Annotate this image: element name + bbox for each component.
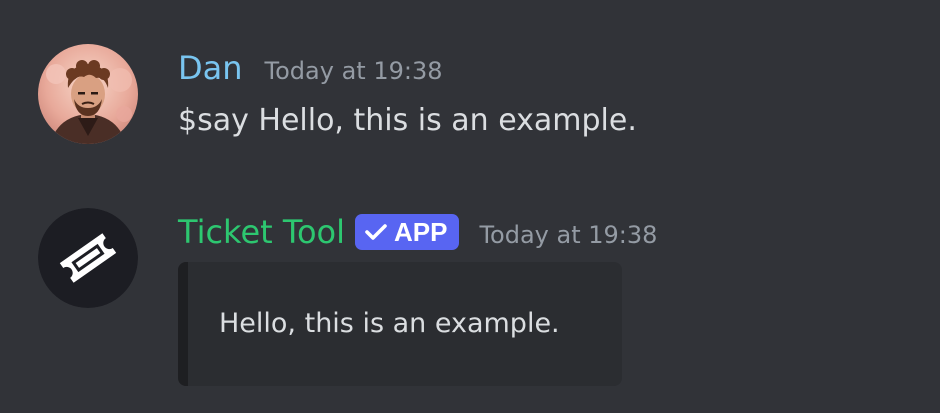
message-header: Dan Today at 19:38 xyxy=(178,46,442,90)
avatar[interactable] xyxy=(38,208,138,308)
message-content: $say Hello, this is an example. xyxy=(178,103,637,138)
check-icon xyxy=(365,217,387,248)
timestamp[interactable]: Today at 19:38 xyxy=(479,221,657,249)
badge-label: APP xyxy=(394,216,448,247)
embed-accent-bar xyxy=(178,262,188,386)
message-embed: Hello, this is an example. xyxy=(178,262,622,386)
avatar[interactable] xyxy=(38,44,138,144)
embed-description: Hello, this is an example. xyxy=(219,308,560,339)
app-badge: APP xyxy=(355,214,460,250)
chat-messages: Dan Today at 19:38 $say Hello, this is a… xyxy=(0,0,940,413)
username[interactable]: Ticket Tool xyxy=(178,210,345,254)
ticket-icon xyxy=(38,208,138,308)
username[interactable]: Dan xyxy=(178,46,243,90)
timestamp[interactable]: Today at 19:38 xyxy=(265,57,443,85)
user-avatar-icon xyxy=(38,44,138,144)
message-header: Ticket Tool APP Today at 19:38 xyxy=(178,210,657,254)
